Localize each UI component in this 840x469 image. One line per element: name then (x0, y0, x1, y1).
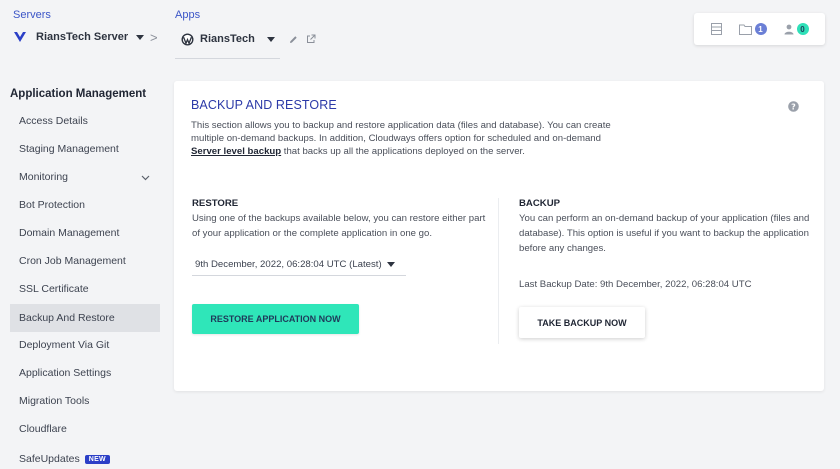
take-backup-button[interactable]: TAKE BACKUP NOW (519, 307, 645, 338)
description-text: This section allows you to backup and re… (191, 120, 611, 144)
sidebar-item-cloudflare[interactable]: Cloudflare (10, 415, 160, 443)
sidebar-item-label: Cloudflare (19, 423, 67, 435)
caret-down-icon (386, 262, 395, 267)
sidebar-item-application-settings[interactable]: Application Settings (10, 359, 160, 387)
restore-description: Using one of the backups available below… (192, 213, 486, 239)
sidebar-item-migration-tools[interactable]: Migration Tools (10, 387, 160, 415)
description-text-end: that backs up all the applications deplo… (281, 146, 525, 157)
restore-application-button[interactable]: RESTORE APPLICATION NOW (192, 304, 359, 334)
sidebar-item-label: Deployment Via Git (19, 339, 110, 351)
sidebar-item-domain-management[interactable]: Domain Management (10, 219, 160, 247)
last-backup-date: Last Backup Date: 9th December, 2022, 06… (519, 279, 752, 290)
chevron-down-icon (141, 172, 150, 184)
list-button[interactable] (710, 23, 722, 35)
app-selector-underline (175, 58, 280, 59)
servers-breadcrumb: Servers RiansTech Server (13, 9, 145, 47)
sidebar-item-bot-protection[interactable]: Bot Protection (10, 191, 160, 219)
pencil-icon[interactable] (289, 35, 298, 44)
sidebar-item-staging-management[interactable]: Staging Management (10, 135, 160, 163)
app-selector[interactable]: RiansTech (175, 33, 279, 46)
app-dropdown-caret-icon (267, 36, 275, 42)
sidebar-item-label: SafeUpdates (19, 453, 80, 465)
breadcrumb-separator: > (150, 30, 158, 45)
column-divider (498, 198, 499, 344)
sidebar-item-ssl-certificate[interactable]: SSL Certificate (10, 275, 160, 303)
section-description: This section allows you to backup and re… (191, 119, 631, 158)
server-name: RiansTech Server (36, 31, 129, 43)
apps-breadcrumb: Apps RiansTech (175, 9, 316, 61)
notifications-button[interactable]: 1 (738, 23, 767, 35)
sidebar-item-monitoring[interactable]: Monitoring (10, 163, 160, 191)
cloudways-logo-icon (13, 31, 27, 43)
sidebar-item-label: SSL Certificate (19, 283, 89, 295)
page-title: BACKUP AND RESTORE (191, 98, 337, 112)
sidebar-item-label: Migration Tools (19, 395, 90, 407)
folder-icon (738, 24, 752, 35)
list-icon (710, 23, 722, 35)
server-dropdown-caret-icon (136, 34, 145, 40)
servers-label: Servers (13, 9, 51, 21)
sidebar-item-label: Access Details (19, 115, 88, 127)
backup-select-dropdown[interactable]: 9th December, 2022, 06:28:04 UTC (Latest… (192, 254, 406, 276)
wordpress-icon (181, 33, 194, 46)
top-bar: Servers RiansTech Server > Apps RiansTec… (0, 0, 840, 60)
server-selector[interactable]: RiansTech Server (13, 27, 145, 47)
sidebar-item-label: Domain Management (19, 227, 120, 239)
external-link-icon[interactable] (306, 34, 316, 44)
svg-text:?: ? (791, 102, 796, 111)
notifications-count-badge: 1 (754, 23, 767, 35)
sidebar-item-label: Backup And Restore (19, 312, 115, 324)
users-icon (784, 24, 794, 35)
users-count-badge: 0 (796, 23, 809, 35)
users-button[interactable]: 0 (784, 23, 809, 35)
sidebar-heading: Application Management (10, 88, 147, 100)
backup-select-value: 9th December, 2022, 06:28:04 UTC (Latest… (195, 259, 382, 270)
backup-title: BACKUP (519, 198, 561, 209)
server-level-backup-link[interactable]: Server level backup (191, 146, 281, 157)
sidebar-item-access-details[interactable]: Access Details (10, 107, 160, 135)
top-actions-panel: 1 0 (694, 13, 825, 45)
sidebar-item-label: Monitoring (19, 171, 69, 183)
app-name: RiansTech (200, 33, 255, 45)
sidebar-item-label: Application Settings (19, 367, 112, 379)
sidebar-item-backup-and-restore[interactable]: Backup And Restore (10, 304, 160, 332)
sidebar-item-deployment-via-git[interactable]: Deployment Via Git (10, 331, 160, 359)
restore-title: RESTORE (192, 198, 239, 209)
sidebar-item-label: Cron Job Management (19, 255, 126, 267)
help-icon[interactable]: ? (788, 99, 799, 117)
sidebar-item-cron-job-management[interactable]: Cron Job Management (10, 247, 160, 275)
sidebar-item-label: Bot Protection (19, 199, 85, 211)
apps-label: Apps (175, 9, 201, 21)
backup-restore-card: BACKUP AND RESTORE ? This section allows… (174, 81, 824, 391)
sidebar-item-label: Staging Management (19, 143, 119, 155)
sidebar-item-safeupdates[interactable]: SafeUpdates NEW (10, 445, 160, 469)
backup-description: You can perform an on-demand backup of y… (519, 213, 810, 254)
new-badge: NEW (84, 454, 110, 464)
